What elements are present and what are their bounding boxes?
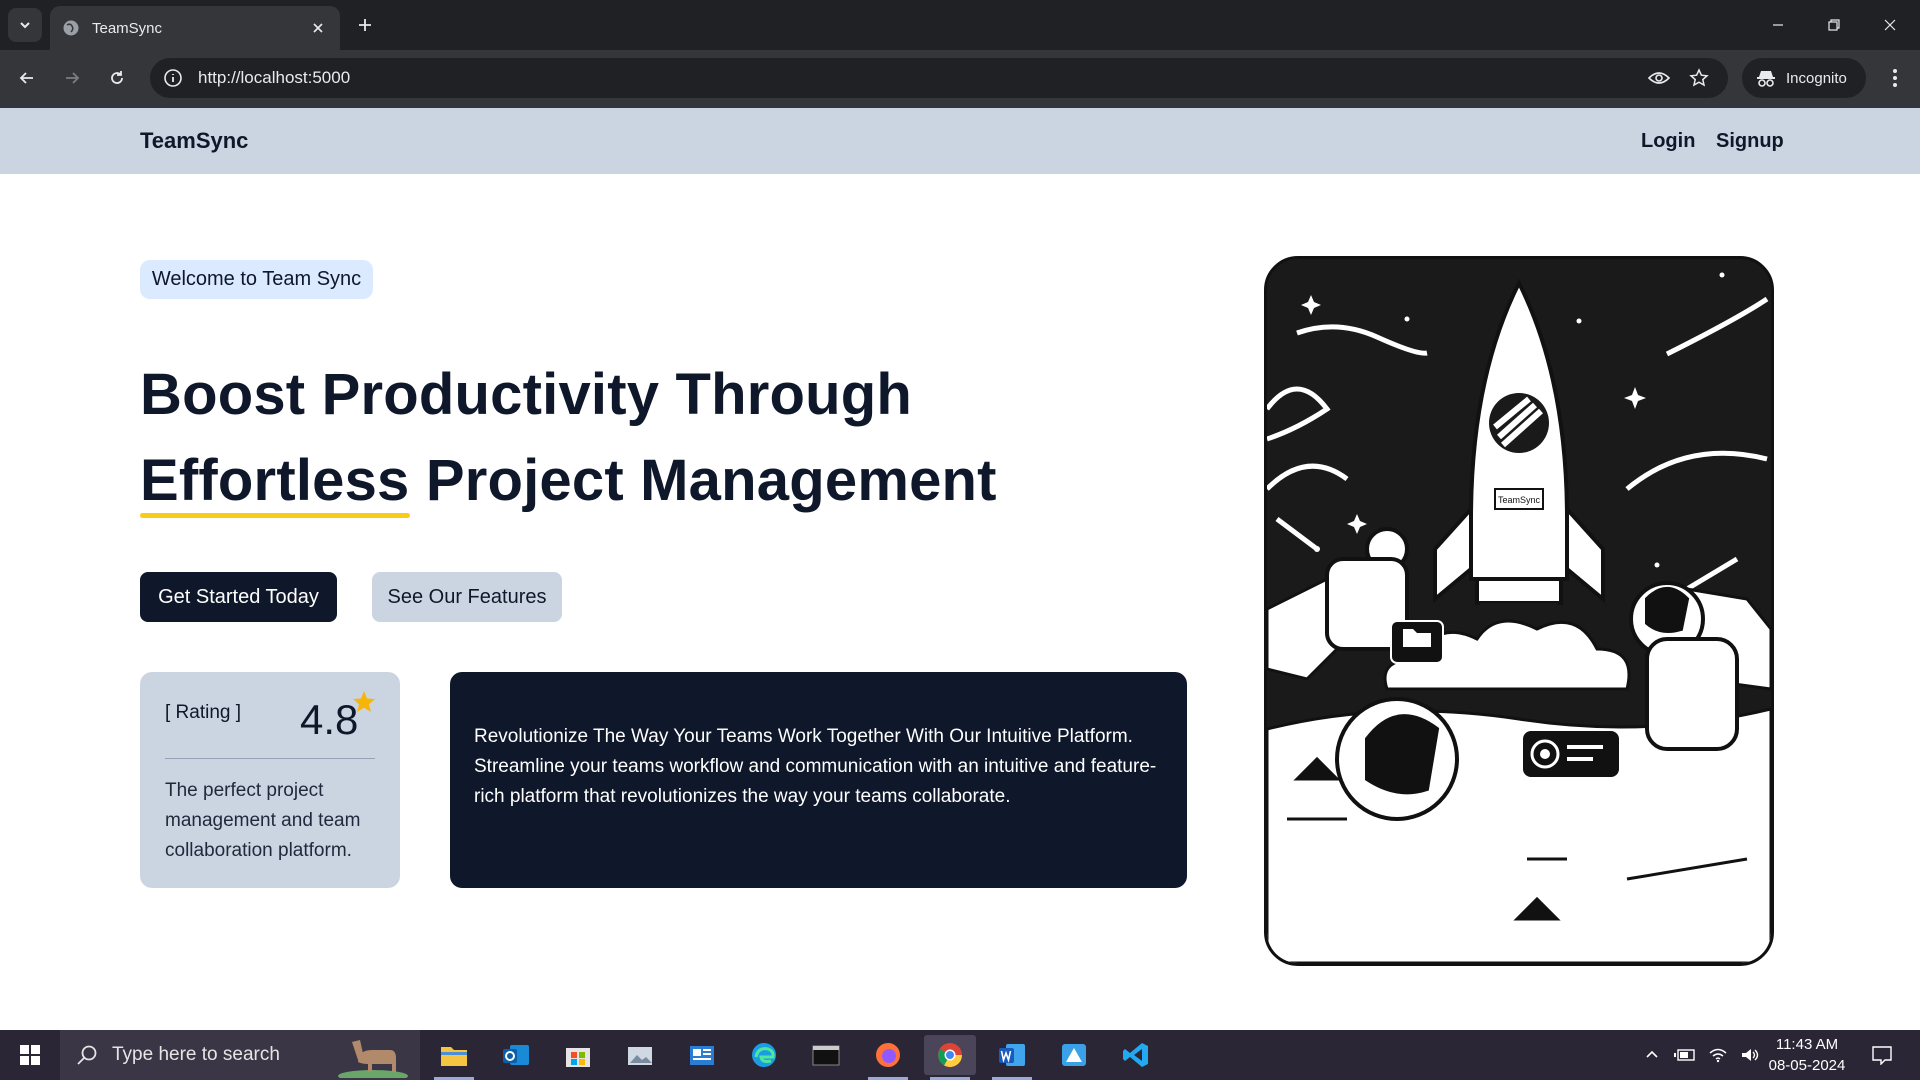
chevron-down-icon — [20, 22, 30, 29]
site-navbar: TeamSync Login Signup — [0, 108, 1920, 174]
windows-logo-icon — [20, 1045, 40, 1065]
browser-toolbar: http://localhost:5000 Incognito — [0, 50, 1920, 108]
tab-close-icon[interactable] — [308, 18, 328, 38]
clock-time: 11:43 AM — [1775, 1036, 1839, 1053]
arrow-left-icon — [19, 72, 33, 84]
browser-menu-button[interactable] — [1878, 61, 1912, 95]
more-vertical-icon — [1893, 69, 1897, 87]
taskbar-clock[interactable]: 11:43 AM 08-05-2024 — [1760, 1034, 1854, 1076]
site-brand[interactable]: TeamSync — [140, 128, 248, 154]
taskbar-word[interactable] — [986, 1035, 1038, 1080]
star-icon — [353, 691, 375, 712]
vscode-icon — [1123, 1043, 1148, 1067]
taskbar-terminal[interactable] — [800, 1035, 852, 1075]
info-card: Revolutionize The Way Your Teams Work To… — [450, 672, 1187, 888]
reload-icon — [111, 71, 123, 84]
hero-title-highlight: Effortless — [140, 438, 410, 524]
globe-icon — [63, 20, 79, 36]
browser-tab[interactable]: TeamSync — [50, 6, 340, 50]
minimize-button[interactable] — [1750, 0, 1806, 50]
rating-description: The perfect project management and team … — [165, 780, 361, 861]
rocket-illustration: TeamSync — [1264, 256, 1774, 966]
back-button[interactable] — [10, 61, 44, 95]
chevron-up-icon[interactable] — [1644, 1047, 1660, 1063]
taskbar-paint[interactable] — [1048, 1035, 1100, 1075]
store-icon — [566, 1048, 590, 1067]
windows-taskbar: Type here to search 11:43 AM 08-05-2024 — [0, 1030, 1920, 1080]
terminal-icon — [812, 1045, 840, 1066]
rating-value: 4.8 — [300, 696, 359, 743]
word-icon — [999, 1044, 1025, 1066]
incognito-label: Incognito — [1786, 69, 1847, 87]
rocket-label: TeamSync — [1498, 495, 1541, 505]
rating-divider — [165, 758, 375, 759]
site-info-icon[interactable] — [162, 67, 184, 89]
wifi-icon[interactable] — [1708, 1047, 1728, 1063]
login-link[interactable]: Login — [1641, 130, 1695, 153]
chrome-icon — [938, 1043, 962, 1068]
folder-icon — [441, 1047, 467, 1066]
welcome-badge: Welcome to Team Sync — [140, 260, 373, 299]
incognito-icon — [1756, 68, 1776, 88]
paint-icon — [1062, 1044, 1086, 1066]
eye-icon[interactable] — [1642, 61, 1676, 95]
rating-card: [ Rating ] 4.8 The perfect project manag… — [140, 672, 400, 888]
tab-search-button[interactable] — [8, 8, 42, 42]
close-window-button[interactable] — [1862, 0, 1918, 50]
search-icon — [77, 1045, 97, 1065]
rating-label: [ Rating ] — [165, 702, 242, 723]
restore-button[interactable] — [1806, 0, 1862, 50]
new-tab-button[interactable] — [352, 12, 378, 38]
taskbar-search-placeholder: Type here to search — [112, 1044, 280, 1065]
taskbar-file-explorer[interactable] — [428, 1035, 480, 1080]
reload-button[interactable] — [100, 61, 134, 95]
taskbar-news[interactable] — [676, 1035, 728, 1075]
get-started-button[interactable]: Get Started Today — [140, 572, 337, 622]
restore-icon — [1828, 19, 1840, 31]
bookmark-star-icon[interactable] — [1682, 61, 1716, 95]
arrow-right-icon — [66, 72, 80, 84]
plus-icon — [359, 19, 371, 31]
taskbar-outlook[interactable] — [490, 1035, 542, 1075]
info-card-text: Revolutionize The Way Your Teams Work To… — [474, 726, 1157, 807]
hero-title-line2: Project Management — [409, 448, 997, 513]
taskbar-vscode[interactable] — [1110, 1035, 1162, 1075]
close-icon — [1884, 19, 1896, 31]
photos-icon — [628, 1047, 652, 1065]
notification-button[interactable] — [1862, 1030, 1902, 1080]
taskbar-microsoft-store[interactable] — [552, 1035, 604, 1075]
news-icon — [690, 1046, 714, 1065]
taskbar-firefox[interactable] — [862, 1035, 914, 1080]
browser-tabstrip: TeamSync — [0, 0, 1920, 50]
hero-title-line1: Boost Productivity Through — [140, 362, 913, 427]
clock-date: 08-05-2024 — [1768, 1057, 1846, 1074]
url-text[interactable]: http://localhost:5000 — [198, 68, 1636, 88]
taskbar-photos[interactable] — [614, 1035, 666, 1075]
forward-button[interactable] — [55, 61, 89, 95]
hero-title: Boost Productivity Through Effortless Pr… — [140, 352, 1140, 524]
incognito-indicator[interactable]: Incognito — [1742, 58, 1866, 98]
system-tray — [1644, 1030, 1760, 1080]
address-bar[interactable]: http://localhost:5000 — [150, 58, 1728, 98]
start-button[interactable] — [0, 1030, 60, 1080]
signup-link[interactable]: Signup — [1716, 130, 1784, 153]
outlook-icon — [503, 1045, 529, 1065]
tab-title: TeamSync — [92, 19, 163, 37]
taskbar-chrome[interactable] — [924, 1035, 976, 1080]
notification-icon — [1872, 1046, 1892, 1065]
edge-icon — [752, 1043, 776, 1067]
taskbar-search[interactable]: Type here to search — [60, 1030, 420, 1080]
search-highlight-donkey-icon — [338, 1040, 408, 1078]
rocket-launch-image: TeamSync — [1267, 259, 1771, 963]
see-features-button[interactable]: See Our Features — [372, 572, 562, 622]
minimize-icon — [1773, 24, 1783, 26]
volume-icon[interactable] — [1740, 1047, 1760, 1063]
taskbar-edge[interactable] — [738, 1035, 790, 1075]
firefox-icon — [876, 1043, 900, 1067]
battery-icon[interactable] — [1674, 1047, 1696, 1063]
